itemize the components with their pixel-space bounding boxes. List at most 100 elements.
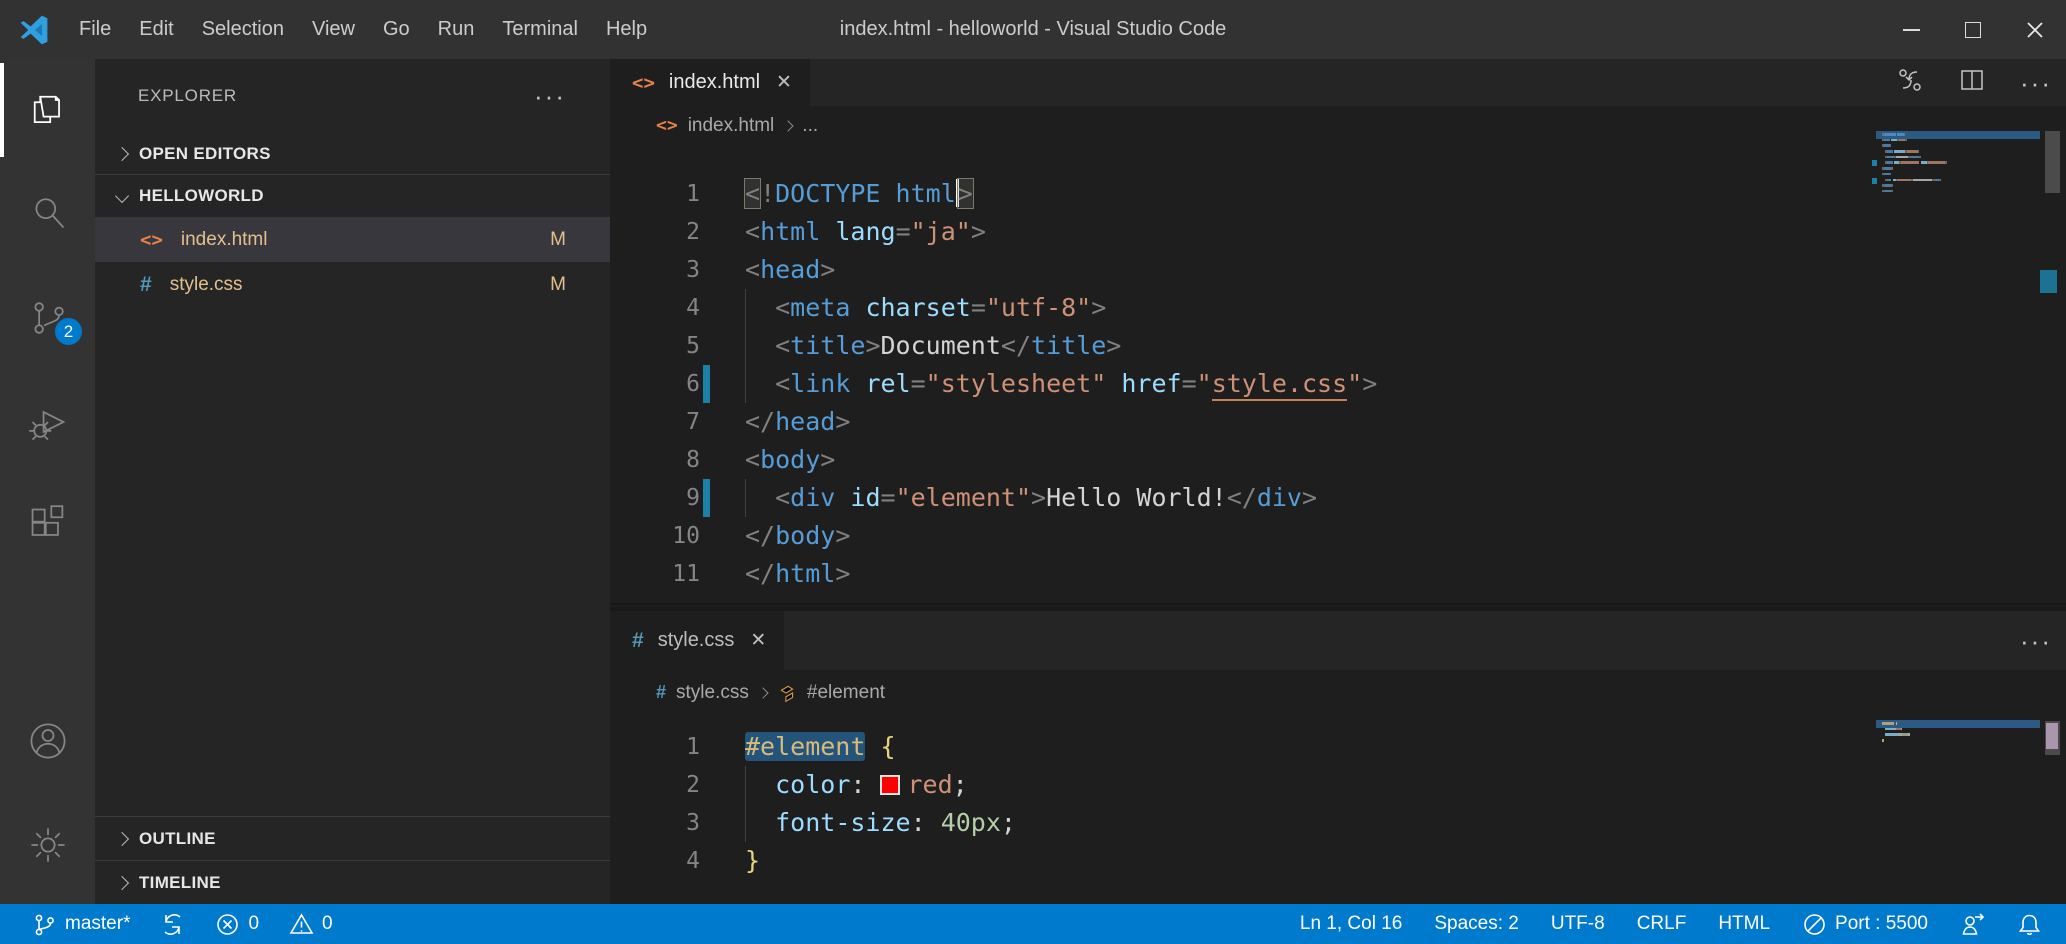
activitybar-item-search[interactable] — [0, 179, 95, 245]
status-feedback[interactable] — [1960, 912, 1985, 937]
scrollbar-thumb[interactable] — [2045, 131, 2060, 193]
token: Hello World! — [1046, 483, 1227, 512]
minimap-token — [1896, 156, 1908, 159]
minimap-token — [1919, 156, 1921, 159]
token: head — [775, 407, 835, 436]
open-editors-section[interactable]: OPEN EDITORS — [95, 133, 610, 175]
status-errors[interactable]: 0 — [215, 912, 259, 937]
minimize-button[interactable] — [1880, 0, 1942, 59]
minimap-line — [1882, 150, 2040, 153]
status-git-branch[interactable]: master* — [32, 912, 130, 937]
code-line[interactable]: 2<html lang="ja"> — [610, 213, 2066, 251]
menu-item-view[interactable]: View — [298, 0, 369, 59]
tab-label: index.html — [669, 71, 760, 94]
close-button[interactable] — [2004, 0, 2066, 59]
token: > — [1362, 369, 1377, 398]
editor-actions: ··· — [2020, 611, 2052, 670]
menu-item-terminal[interactable]: Terminal — [488, 0, 592, 59]
minimap[interactable] — [1882, 722, 2040, 745]
code-line[interactable]: 1<!DOCTYPE html> — [610, 175, 2066, 213]
code-line[interactable]: 9 <div id="element">Hello World!</div> — [610, 479, 2066, 517]
tab-index.html[interactable]: <>index.html✕ — [610, 59, 810, 106]
code-editor[interactable]: 1#element {2 color: red;3 font-size: 40p… — [610, 715, 2066, 880]
file-row-index.html[interactable]: <>index.htmlM — [95, 217, 610, 262]
project-section[interactable]: HELLOWORLD — [95, 175, 610, 217]
open-changes-button[interactable] — [1896, 66, 1924, 99]
minimap-line — [1882, 139, 2040, 142]
menu-item-go[interactable]: Go — [369, 0, 424, 59]
line-number: 4 — [610, 289, 700, 327]
status-warnings[interactable]: 0 — [289, 912, 333, 937]
activitybar-item-source-control[interactable]: 2 — [0, 285, 95, 351]
breadcrumb[interactable]: #style.css#element — [610, 670, 2066, 715]
status-language-mode[interactable]: HTML — [1718, 913, 1770, 935]
code-line[interactable]: 8<body> — [610, 441, 2066, 479]
tab-style.css[interactable]: #style.css✕ — [610, 611, 784, 670]
status-sync[interactable] — [160, 912, 185, 937]
code-line[interactable]: 2 color: red; — [610, 766, 2066, 804]
section-outline[interactable]: OUTLINE — [95, 816, 610, 860]
minimap-line — [1882, 733, 2040, 736]
activitybar-item-explorer[interactable] — [0, 77, 95, 143]
activitybar-item-settings[interactable] — [0, 812, 95, 878]
code-line[interactable]: 11</html> — [610, 555, 2066, 593]
code-line[interactable]: 4 <meta charset="utf-8"> — [610, 289, 2066, 327]
code-line[interactable]: 1#element { — [610, 728, 2066, 766]
code-line[interactable]: 3 font-size: 40px; — [610, 804, 2066, 842]
menu-item-run[interactable]: Run — [424, 0, 489, 59]
token: title — [1031, 331, 1106, 360]
search-icon — [27, 191, 69, 233]
tab-close-icon[interactable]: ✕ — [776, 71, 792, 94]
file-row-style.css[interactable]: #style.cssM — [95, 262, 610, 307]
token: body — [760, 445, 820, 474]
line-number: 11 — [610, 555, 700, 593]
menu-item-edit[interactable]: Edit — [125, 0, 187, 59]
menu-item-help[interactable]: Help — [592, 0, 661, 59]
chevron-right-icon — [115, 831, 129, 845]
code-line[interactable]: 4} — [610, 842, 2066, 880]
file-name: index.html — [181, 229, 268, 251]
split-editor-button[interactable] — [1958, 66, 1986, 99]
minimap-token — [1894, 150, 1905, 153]
warning-icon — [289, 912, 314, 937]
status-indentation[interactable]: Spaces: 2 — [1434, 913, 1519, 935]
code-line[interactable]: 7</head> — [610, 403, 2066, 441]
git-modified-badge: M — [550, 229, 566, 251]
status-encoding[interactable]: UTF-8 — [1551, 913, 1605, 935]
token: html — [896, 179, 956, 208]
minimap-token — [1885, 728, 1893, 731]
token — [820, 217, 835, 246]
code-line[interactable]: 10</body> — [610, 517, 2066, 555]
code-line[interactable]: 5 <title>Document</title> — [610, 327, 2066, 365]
status-cursor-position[interactable]: Ln 1, Col 16 — [1300, 913, 1402, 935]
status-eol[interactable]: CRLF — [1637, 913, 1687, 935]
activitybar-item-run-and-debug[interactable] — [0, 389, 95, 455]
editor-more-actions-icon[interactable]: ··· — [2020, 78, 2052, 88]
token: href — [1121, 369, 1181, 398]
code-text: </head> — [745, 403, 850, 441]
line-number: 9 — [610, 479, 700, 517]
color-swatch[interactable] — [880, 775, 900, 795]
tab-close-icon[interactable]: ✕ — [750, 629, 766, 652]
code-editor[interactable]: 1<!DOCTYPE html>2<html lang="ja">3<head>… — [610, 145, 2066, 593]
status-label: Ln 1, Col 16 — [1300, 913, 1402, 935]
code-line[interactable]: 3<head> — [610, 251, 2066, 289]
code-line[interactable]: 6 <link rel="stylesheet" href="style.css… — [610, 365, 2066, 403]
editor-more-actions-icon[interactable]: ··· — [2020, 636, 2052, 646]
menu-item-file[interactable]: File — [65, 0, 125, 59]
menu-item-selection[interactable]: Selection — [188, 0, 298, 59]
token: > — [835, 559, 850, 588]
token: > — [1031, 483, 1046, 512]
maximize-button[interactable] — [1942, 0, 2004, 59]
breadcrumb[interactable]: <>index.html... — [610, 106, 2066, 145]
status-notifications[interactable] — [2017, 912, 2042, 937]
code-text: #element { — [745, 728, 896, 766]
status-live-server-port[interactable]: Port : 5500 — [1802, 912, 1928, 937]
minimap[interactable] — [1882, 133, 2040, 196]
activitybar-item-account[interactable] — [0, 708, 95, 774]
token: ! — [760, 179, 775, 208]
explorer-more-actions-icon[interactable]: ··· — [534, 91, 566, 101]
activitybar-item-extensions[interactable] — [0, 492, 95, 558]
sidebar-header: EXPLORER ··· — [95, 59, 610, 133]
section-timeline[interactable]: TIMELINE — [95, 860, 610, 904]
